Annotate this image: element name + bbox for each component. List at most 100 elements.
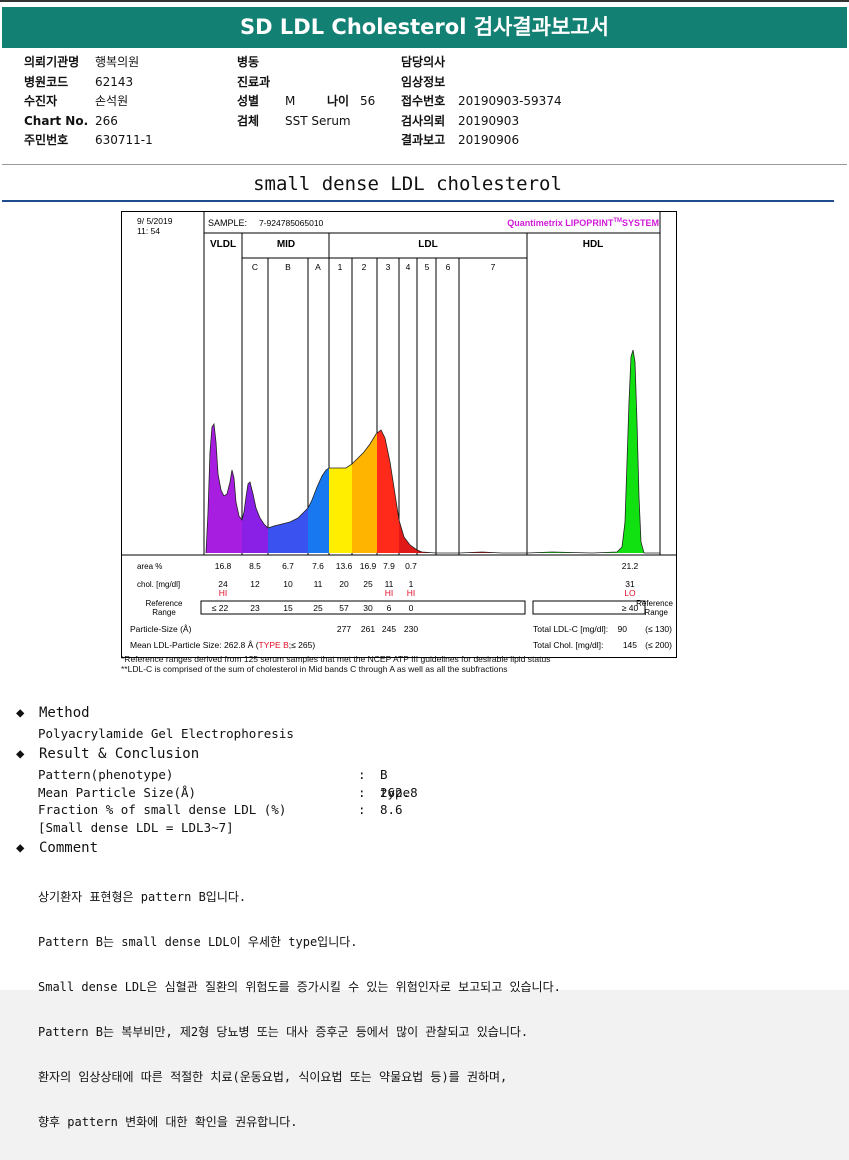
top-border xyxy=(0,0,849,2)
fraction-area-vldl xyxy=(206,424,242,553)
result-label: Fraction % of small dense LDL (%) xyxy=(38,802,287,817)
info-value: 630711-1 xyxy=(95,133,153,147)
area-value: 7.6 xyxy=(312,561,324,571)
comment-heading-text: Comment xyxy=(39,840,99,856)
info-value: 62143 xyxy=(95,74,134,89)
chol-value: 10 xyxy=(283,579,293,589)
report-title: SD LDL Cholesterol 검사결과보고서 xyxy=(2,7,847,48)
group-label-vldl: VLDL xyxy=(210,239,236,250)
report-page: SD LDL Cholesterol 검사결과보고서 의뢰기관명 행복의원 병원코… xyxy=(0,0,849,1129)
info-value: 행복의원 xyxy=(95,55,140,69)
band-label: 2 xyxy=(362,262,367,272)
fraction-area-3 xyxy=(377,430,399,553)
diamond-icon: ◆ xyxy=(16,746,25,762)
area-value: 0.7 xyxy=(405,561,417,571)
result-heading-text: Result & Conclusion xyxy=(39,746,200,762)
divider xyxy=(2,200,834,202)
info-label: 수진자 xyxy=(24,94,58,108)
total-ldl-ref: (≤ 130) xyxy=(645,624,672,634)
total-ldl-value: 90 xyxy=(618,624,628,634)
comment-text: 상기환자 표현형은 pattern B입니다. Pattern B는 small… xyxy=(38,860,561,1160)
area-value: 7.9 xyxy=(383,561,395,571)
result-value: 8.6 xyxy=(380,802,403,817)
chart-date: 9/ 5/2019 xyxy=(137,216,173,226)
band-label: C xyxy=(252,262,258,272)
result-value: 262.8 xyxy=(380,784,418,800)
ref-label: Range xyxy=(152,608,176,617)
info-label: 병원코드 xyxy=(24,74,69,89)
area-value: 16.8 xyxy=(215,561,232,571)
particle-size-value: 277 xyxy=(337,624,351,634)
particle-size-value: 245 xyxy=(382,624,396,634)
comment-line: 환자의 임상상태에 따른 적절한 치료(운동요법, 식이요법 또는 약물요법 등… xyxy=(38,1070,508,1084)
info-label: 성별 xyxy=(237,94,260,108)
info-label: 결과보고 xyxy=(401,133,446,147)
divider xyxy=(2,164,847,165)
info-label: 담당의사 xyxy=(401,55,446,69)
result-row: Fraction % of small dense LDL (%):8.6 xyxy=(38,801,403,819)
total-chol-ref: (≤ 200) xyxy=(645,640,672,650)
band-label: 1 xyxy=(338,262,343,272)
ref-value: 15 xyxy=(283,603,293,613)
fraction-area-b xyxy=(268,508,308,553)
result-colon: : xyxy=(358,802,366,817)
age-label: 나이 xyxy=(327,94,350,108)
info-label: Chart No. xyxy=(24,113,89,128)
comment-line: Pattern B는 복부비만, 제2형 당뇨병 또는 대사 증후군 등에서 많… xyxy=(38,1025,529,1039)
sample-id: 7-924785065010 xyxy=(259,218,324,228)
method-heading: ◆ Method xyxy=(16,705,90,721)
area-value: 21.2 xyxy=(622,561,639,571)
ref-value: 6 xyxy=(387,603,392,613)
fraction-area-1 xyxy=(329,464,352,553)
result-row: Mean Particle Size(Å):262.8 xyxy=(38,784,418,802)
info-label: 임상정보 xyxy=(401,74,446,89)
ref-label-right: Reference xyxy=(636,599,673,608)
scan-curve xyxy=(205,349,660,554)
chol-value: 20 xyxy=(339,579,349,589)
flag-hi: HI xyxy=(407,588,416,598)
sample-label: SAMPLE: xyxy=(208,218,247,228)
chol-value: 11 xyxy=(314,579,323,589)
flag-hi: HI xyxy=(219,588,228,598)
total-ldl-label: Total LDL-C [mg/dl]: xyxy=(533,624,608,634)
group-label-mid: MID xyxy=(277,239,295,250)
chol-value: 25 xyxy=(363,579,373,589)
ref-value: 57 xyxy=(339,603,349,613)
total-chol-value: 145 xyxy=(623,640,637,650)
result-row: Pattern(phenotype): B type xyxy=(38,766,410,800)
fraction-area-a xyxy=(308,468,329,553)
mean-ldl-text: Mean LDL-Particle Size: 262.8 Å (TYPE B;… xyxy=(130,640,315,650)
result-note: [Small dense LDL = LDL3~7] xyxy=(38,819,234,835)
method-heading-text: Method xyxy=(39,705,90,721)
info-value: SST Serum xyxy=(285,113,351,128)
particle-size-label: Particle-Size (Å) xyxy=(130,624,192,634)
info-value: 20190903-59374 xyxy=(458,94,562,108)
method-text: Polyacrylamide Gel Electrophoresis xyxy=(38,726,294,741)
chol-label: chol. [mg/dl] xyxy=(137,580,180,589)
comment-heading: ◆ Comment xyxy=(16,840,98,856)
band-label: 4 xyxy=(406,262,411,272)
result-heading: ◆ Result & Conclusion xyxy=(16,746,199,762)
result-colon: : xyxy=(358,767,366,782)
info-label: 진료과 xyxy=(237,74,271,89)
band-label: 7 xyxy=(491,262,496,272)
result-table: Pattern(phenotype): B type Mean Particle … xyxy=(38,766,418,836)
result-label: Mean Particle Size(Å) xyxy=(38,784,197,800)
flag-hi: HI xyxy=(385,588,394,598)
area-value: 8.5 xyxy=(249,561,261,571)
age-value: 56 xyxy=(360,94,376,108)
ref-value: ≥ 40 xyxy=(622,603,639,613)
footnote: **LDL-C is comprised of the sum of chole… xyxy=(121,664,508,674)
info-label: 접수번호 xyxy=(401,94,446,108)
fraction-area-c xyxy=(242,482,268,553)
band-label: 5 xyxy=(425,262,430,272)
chart-time: 11: 54 xyxy=(137,226,160,236)
info-value: 20190903 xyxy=(458,113,520,128)
info-value: 266 xyxy=(95,113,118,128)
lipoprint-chart: 9/ 5/2019 11: 54 SAMPLE: 7-924785065010 Quan… xyxy=(121,211,677,658)
result-colon: : xyxy=(358,784,366,800)
comment-line: 상기환자 표현형은 pattern B입니다. xyxy=(38,890,247,904)
ref-label: Reference xyxy=(146,599,183,608)
info-label: 병동 xyxy=(237,55,260,69)
ref-value: 30 xyxy=(363,603,373,613)
